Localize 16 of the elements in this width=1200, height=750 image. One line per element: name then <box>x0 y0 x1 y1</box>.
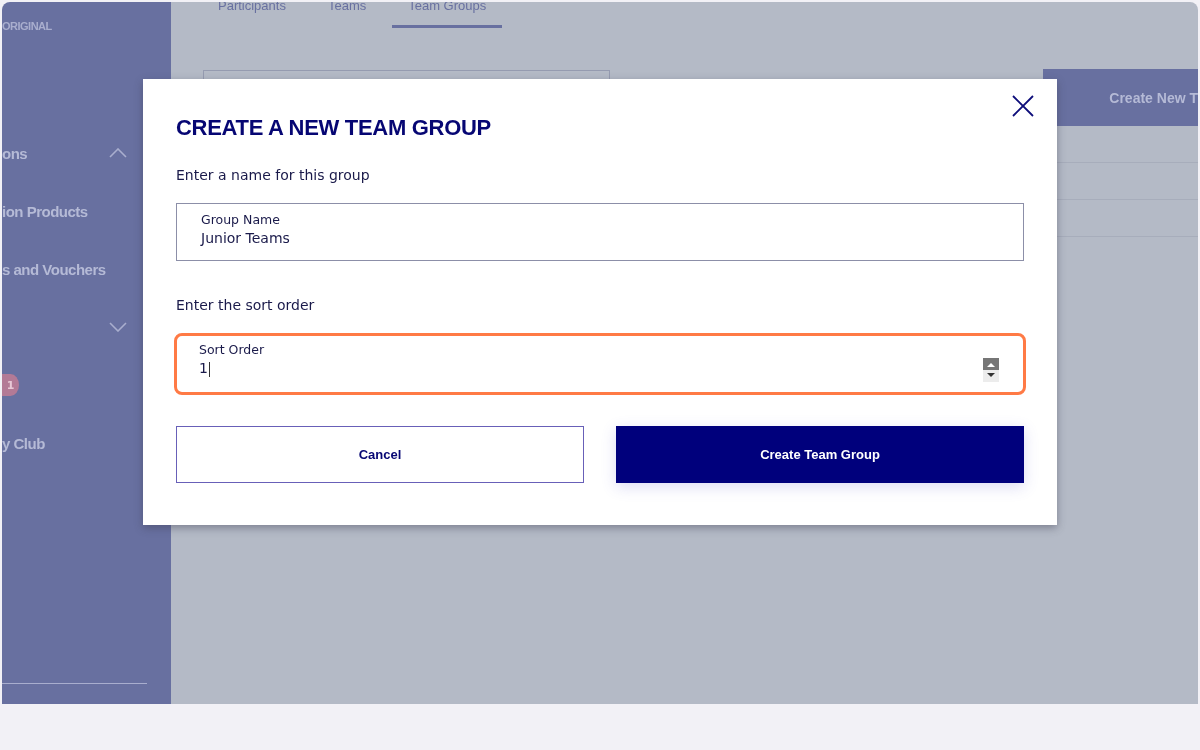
sidebar-item[interactable]: ion Products <box>2 202 88 220</box>
field-prompt: Enter the sort order <box>176 297 316 313</box>
dialog-title: CREATE A NEW TEAM GROUP <box>176 115 492 141</box>
sidebar-item[interactable]: ons <box>2 144 28 162</box>
sidebar-item[interactable]: y Club <box>2 434 45 452</box>
create-team-group-button[interactable]: Create Team Group <box>616 426 1024 483</box>
create-new-button[interactable]: Create New T <box>1043 69 1198 126</box>
count-badge: 1 <box>2 374 19 396</box>
spinner-icon[interactable] <box>983 358 999 382</box>
cancel-button[interactable]: Cancel <box>176 426 584 483</box>
group-name-field[interactable]: Group Name Junior Teams <box>176 203 1024 261</box>
close-icon[interactable] <box>1012 95 1034 117</box>
sidebar-item[interactable]: s and Vouchers <box>2 260 106 278</box>
sort-order-field[interactable]: Sort Order 1 <box>174 333 1026 395</box>
brand-text: ORIGINAL <box>2 20 52 32</box>
field-prompt: Enter a name for this group <box>176 167 371 183</box>
